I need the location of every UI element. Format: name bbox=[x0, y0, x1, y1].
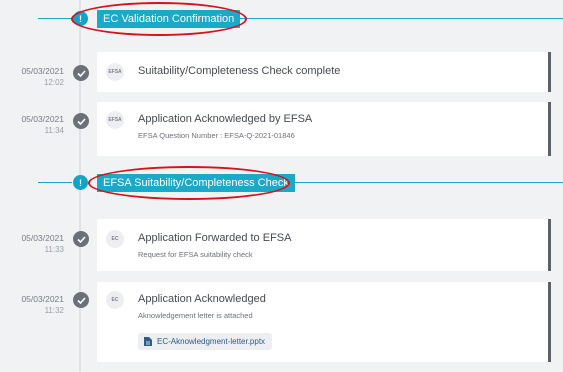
event-title: Application Forwarded to EFSA bbox=[138, 232, 292, 244]
event-subtitle: Request for EFSA suitability check bbox=[138, 250, 253, 259]
event-subtitle: Aknowledgement letter is attached bbox=[138, 311, 253, 320]
file-icon bbox=[144, 337, 152, 346]
event-card[interactable]: EC Application Forwarded to EFSA Request… bbox=[97, 219, 551, 271]
actor-badge: EFSA bbox=[106, 63, 124, 81]
section-header-efsa-check: ! EFSA Suitability/Completeness Check bbox=[0, 166, 563, 200]
event-date: 05/03/2021 11:33 bbox=[21, 233, 64, 254]
section-header-ec-validation: ! EC Validation Confirmation bbox=[0, 2, 563, 36]
highlight-annotation bbox=[71, 2, 247, 36]
section-divider-right bbox=[233, 18, 563, 19]
attachment-filename: EC-Aknowledgment-letter.pptx bbox=[157, 337, 266, 346]
event-title: Application Acknowledged bbox=[138, 293, 266, 305]
event-title: Suitability/Completeness Check complete bbox=[138, 65, 341, 77]
event-card[interactable]: EFSA Suitability/Completeness Check comp… bbox=[97, 52, 551, 92]
event-card[interactable]: EFSA Application Acknowledged by EFSA EF… bbox=[97, 102, 551, 156]
section-divider-left bbox=[38, 182, 72, 183]
actor-badge: EC bbox=[106, 230, 124, 248]
event-subtitle: EFSA Question Number : EFSA-Q-2021-01846 bbox=[138, 131, 295, 140]
check-icon bbox=[73, 231, 89, 247]
check-icon bbox=[73, 292, 89, 308]
highlight-annotation bbox=[88, 166, 290, 200]
section-divider-right bbox=[292, 182, 563, 183]
event-date: 05/03/2021 11:34 bbox=[21, 114, 64, 135]
attachment-link[interactable]: EC-Aknowledgment-letter.pptx bbox=[138, 333, 273, 350]
section-divider-left bbox=[38, 18, 72, 19]
check-icon bbox=[73, 113, 89, 129]
event-date: 05/03/2021 11:32 bbox=[21, 294, 64, 315]
check-icon bbox=[73, 65, 89, 81]
actor-badge: EC bbox=[106, 291, 124, 309]
actor-badge: EFSA bbox=[106, 111, 124, 129]
event-card[interactable]: EC Application Acknowledged Aknowledgeme… bbox=[97, 282, 551, 362]
section-step-indicator: ! bbox=[73, 175, 88, 190]
event-date: 05/03/2021 12:02 bbox=[21, 66, 64, 87]
event-title: Application Acknowledged by EFSA bbox=[138, 113, 313, 125]
